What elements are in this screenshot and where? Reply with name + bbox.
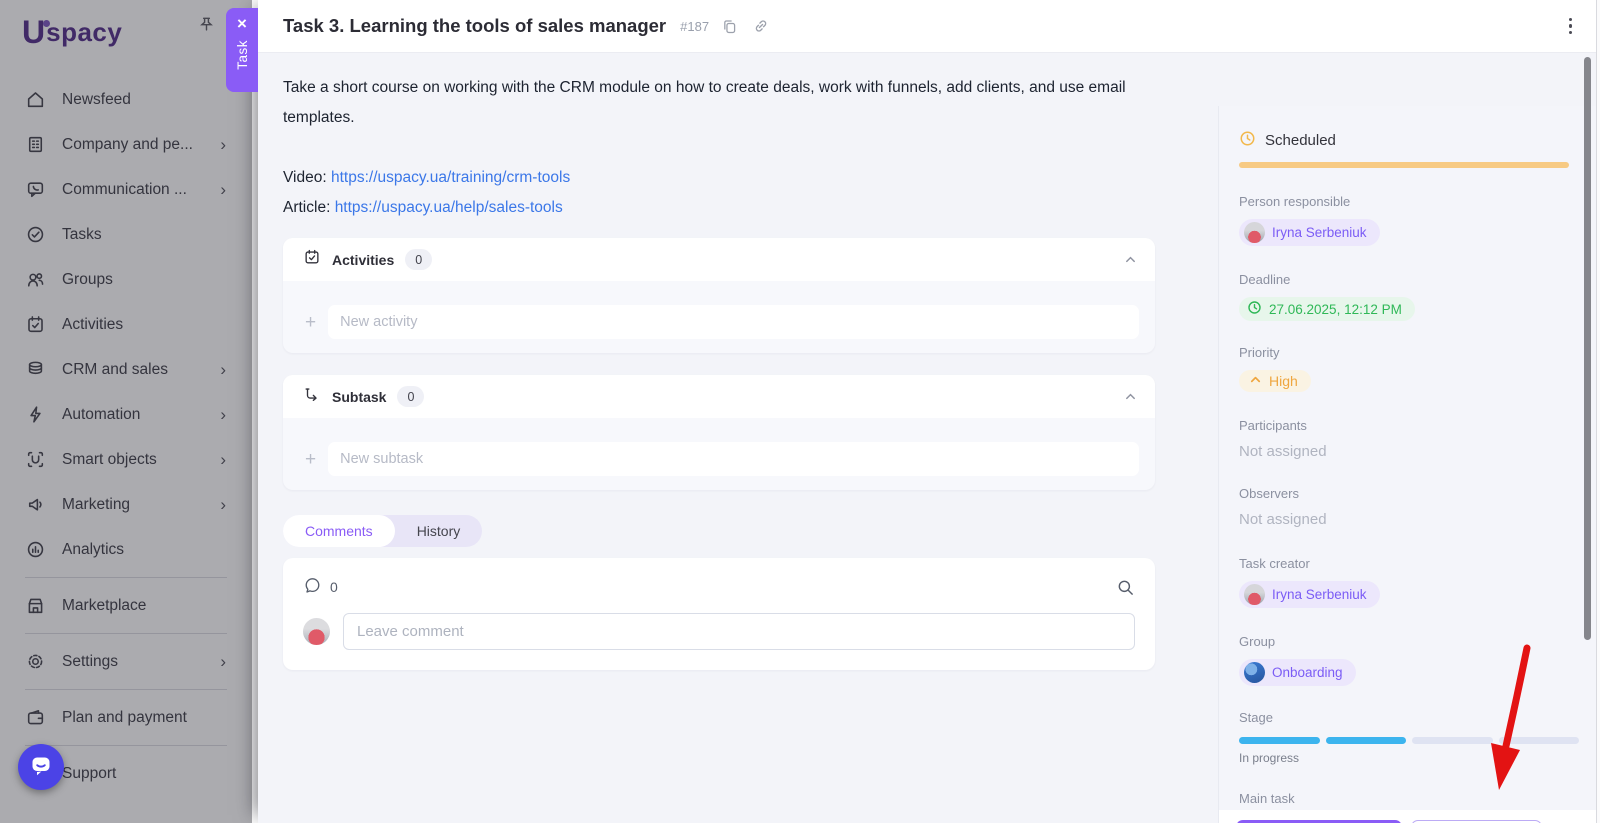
status-progress-bar (1239, 162, 1569, 168)
stage-value: In progress (1239, 751, 1300, 765)
task-creator-label: Task creator (1239, 556, 1310, 571)
activities-card-header[interactable]: Activities 0 (283, 238, 1155, 281)
stage-segment[interactable] (1498, 737, 1579, 744)
stage-segment[interactable] (1325, 737, 1406, 744)
group-chip[interactable]: Onboarding (1239, 659, 1356, 686)
tab-history[interactable]: History (395, 515, 483, 547)
participants-label: Participants (1239, 418, 1307, 433)
priority-chip[interactable]: High (1239, 370, 1311, 392)
page-title: Task 3. Learning the tools of sales mana… (283, 15, 667, 36)
new-subtask-input[interactable] (328, 442, 1139, 476)
stage-progress[interactable] (1239, 737, 1579, 744)
video-line: Video: https://uspacy.ua/training/crm-to… (283, 169, 571, 186)
observers-value[interactable]: Not assigned (1239, 511, 1596, 528)
person-responsible-chip[interactable]: Iryna Serbeniuk (1239, 219, 1380, 246)
task-description: Take a short course on working with the … (283, 73, 1145, 223)
priority-label: Priority (1239, 345, 1280, 360)
participants-value[interactable]: Not assigned (1239, 443, 1596, 460)
task-id: #187 (680, 18, 710, 34)
task-panel: Task 3. Learning the tools of sales mana… (258, 0, 1600, 823)
person-responsible-label: Person responsible (1239, 194, 1351, 209)
status-row[interactable]: Scheduled (1239, 130, 1596, 151)
close-icon[interactable]: × (237, 15, 247, 32)
comments-card: 0 (283, 558, 1155, 670)
task-details-panel: Scheduled Person responsible Iryna Serbe… (1218, 106, 1596, 823)
main-task-label: Main task (1239, 791, 1295, 806)
comment-input[interactable] (343, 613, 1135, 650)
action-footer: ▶ Start Complete (1219, 810, 1596, 823)
subtask-card-header[interactable]: Subtask 0 (283, 375, 1155, 418)
plus-icon[interactable]: + (305, 313, 316, 332)
avatar (1244, 222, 1265, 243)
copy-icon[interactable] (721, 18, 738, 35)
comments-count: 0 (330, 579, 338, 595)
avatar (303, 618, 330, 645)
deadline-label: Deadline (1239, 272, 1291, 287)
task-creator-chip[interactable]: Iryna Serbeniuk (1239, 581, 1380, 608)
new-activity-row: + (283, 281, 1155, 353)
plus-icon[interactable]: + (305, 450, 316, 469)
subtask-count-badge: 0 (397, 386, 425, 407)
scrollbar-thumb[interactable] (1584, 57, 1591, 640)
task-body: Take a short course on working with the … (258, 53, 1600, 823)
task-tab-label: Task (234, 40, 250, 70)
avatar (1244, 584, 1265, 605)
new-activity-input[interactable] (328, 305, 1139, 339)
subtask-card: Subtask 0 + (283, 375, 1155, 490)
clock-icon (1239, 130, 1256, 151)
chevron-up-icon[interactable] (1124, 253, 1137, 266)
group-label: Group (1239, 634, 1276, 649)
comments-history-tabs: Comments History (283, 515, 483, 547)
calendar-check-icon (303, 248, 321, 271)
clock-icon (1247, 300, 1262, 318)
deadline-chip[interactable]: 27.06.2025, 12:12 PM (1239, 297, 1415, 321)
new-subtask-row: + (283, 418, 1155, 490)
video-link[interactable]: https://uspacy.ua/training/crm-tools (331, 169, 570, 186)
support-chat-button[interactable] (18, 744, 64, 790)
article-line: Article: https://uspacy.ua/help/sales-to… (283, 199, 563, 216)
more-options-button[interactable] (1563, 14, 1579, 39)
chat-bubble-icon (29, 753, 53, 782)
status-label: Scheduled (1265, 132, 1336, 149)
subtask-title: Subtask (332, 388, 387, 405)
task-header: Task 3. Learning the tools of sales mana… (258, 0, 1600, 53)
task-panel-tab[interactable]: × Task (226, 8, 258, 92)
stage-segment[interactable] (1239, 737, 1320, 744)
article-link[interactable]: https://uspacy.ua/help/sales-tools (335, 199, 563, 216)
comment-bubble-icon (303, 576, 322, 598)
window-edge (1596, 0, 1600, 823)
description-paragraph: Take a short course on working with the … (283, 79, 1126, 126)
subtask-branch-icon (303, 385, 321, 408)
search-icon[interactable] (1116, 578, 1135, 597)
link-icon[interactable] (752, 17, 770, 35)
observers-label: Observers (1239, 486, 1299, 501)
activities-card: Activities 0 + (283, 238, 1155, 353)
activities-title: Activities (332, 251, 395, 268)
chevron-up-icon[interactable] (1124, 390, 1137, 403)
stage-segment[interactable] (1412, 737, 1493, 744)
tab-comments[interactable]: Comments (283, 515, 395, 547)
stage-label: Stage (1239, 710, 1273, 725)
chevron-up-icon (1249, 373, 1262, 389)
modal-backdrop[interactable] (0, 0, 252, 823)
group-avatar (1244, 662, 1265, 683)
activities-count-badge: 0 (405, 249, 433, 270)
